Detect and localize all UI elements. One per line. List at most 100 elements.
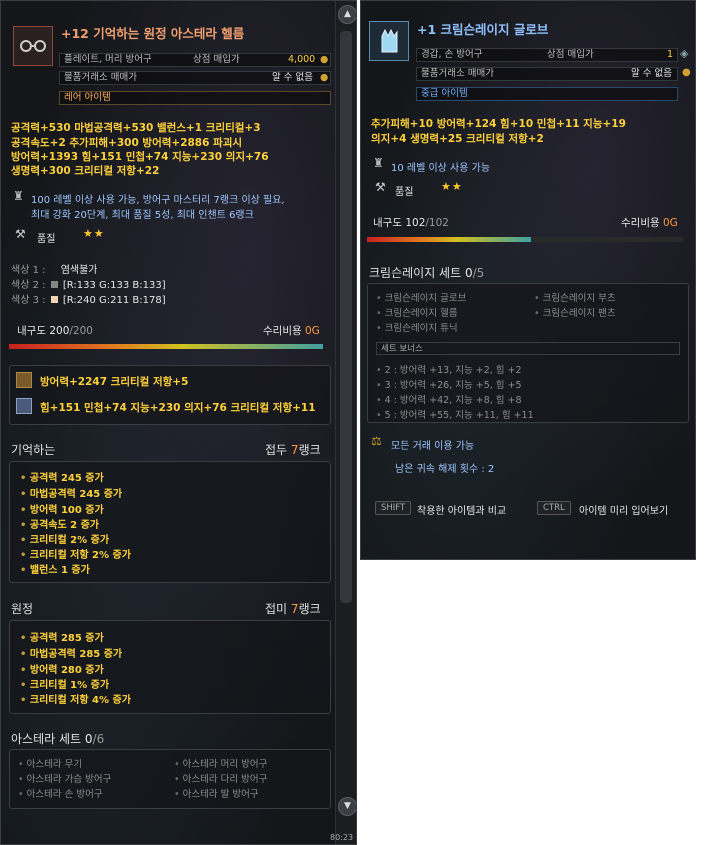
repair-value: 0	[662, 217, 670, 229]
color-label: 색상 1 :	[11, 265, 46, 276]
durability-label: 내구도	[373, 217, 402, 229]
set-title: 크림슨레이지 세트 0/5	[369, 264, 484, 281]
repair-unit: G	[669, 217, 678, 229]
prefix-rank: 접두 7랭크	[265, 441, 321, 458]
stat-line: 생명력+300 크리티컬 저항+22	[11, 165, 160, 177]
set-title: 아스테라 세트 0/6	[11, 730, 104, 747]
helm-icon	[13, 26, 53, 66]
option-line: 밸런스 1 증가	[20, 561, 90, 576]
set-name: 아스테라 세트	[11, 732, 82, 746]
trade-label: 물품거래소 매매가	[64, 72, 137, 83]
enchant-line: 방어력+2247 크리티컬 저항+5	[40, 376, 189, 388]
durability-bar	[9, 344, 323, 349]
stat-line: 공격력+530 마법공격력+530 밸런스+1 크리티컬+3	[11, 122, 261, 134]
color-label: 색상 3 :	[11, 295, 46, 306]
option-line: 공격력 245 증가	[20, 469, 104, 484]
armor-type-icon: ◈	[680, 47, 689, 60]
trade-row: 물품거래소 매매가 알 수 없음 ●	[59, 71, 331, 85]
color-list: 색상 1 : 염색불가 색상 2 : [R:133 G:133 B:133] 색…	[11, 261, 166, 306]
rarity-row: 레어 아이템	[59, 91, 331, 105]
color-value: [R:133 G:133 B:133]	[62, 280, 166, 291]
rarity-row: 중급 아이템	[416, 87, 678, 101]
trade-all: 모든 거래 이용 가능	[391, 441, 475, 452]
durability: 내구도 200/200	[17, 323, 93, 338]
option-line: 크리티컬 저항 4% 증가	[20, 691, 131, 706]
preview-hint: 아이템 미리 입어보기	[579, 506, 669, 517]
item-type: 플레이트, 머리 방어구	[64, 54, 152, 65]
quality-icon: ⚒	[15, 227, 26, 241]
set-total: /5	[472, 266, 485, 280]
set-count: 0	[84, 732, 93, 746]
option-line: 크리티컬 저항 2% 증가	[20, 546, 131, 561]
color-swatch	[50, 296, 58, 303]
set-item: 크림슨레이지 튜닉	[376, 320, 458, 334]
color-value: 염색불가	[60, 265, 98, 276]
color-row: 색상 3 : [R:240 G:211 B:178]	[11, 291, 166, 306]
shift-key: SHIFT	[375, 501, 412, 515]
set-item: 아스테라 손 방어구	[18, 786, 103, 800]
durability: 내구도 102/102	[373, 215, 449, 230]
enchant-line: 힘+151 민첩+74 지능+230 의지+76 크리티컬 저항+11	[40, 402, 316, 414]
set-item: 아스테라 발 방어구	[174, 786, 259, 800]
set-item: 아스테라 머리 방어구	[174, 756, 268, 770]
trade-label: 물품거래소 매매가	[421, 68, 494, 79]
durability-current: 200	[49, 325, 70, 337]
item-type-row: 경갑, 손 방어구 상점 매입가 1	[416, 48, 678, 62]
trade-value: 알 수 없음	[272, 72, 313, 83]
prefix-title: 기억하는	[11, 443, 56, 457]
set-bonus: 5 : 방어력 +55, 지능 +11, 힘 +11	[376, 407, 534, 421]
option-line: 방어력 100 증가	[20, 501, 104, 516]
durability-max: /200	[69, 325, 93, 337]
scroll-up-button[interactable]: ▲	[338, 5, 356, 24]
rarity-label: 중급 아이템	[421, 88, 468, 99]
set-count: 0	[464, 266, 473, 280]
repair-value: 0	[304, 325, 312, 337]
scroll-thumb[interactable]	[340, 31, 352, 603]
set-bonus: 4 : 방어력 +42, 지능 +8, 힘 +8	[376, 392, 522, 406]
option-line: 공격속도 2 증가	[20, 516, 99, 531]
stat-line: 방어력+1393 힘+151 민첩+74 지능+230 의지+76	[11, 151, 269, 163]
scroll-down-button[interactable]: ▼	[338, 797, 356, 816]
set-item: 아스테라 가슴 방어구	[18, 771, 112, 785]
coin-icon: ●	[320, 54, 329, 65]
glove-tooltip: +1 크림슨레이지 글로브 경갑, 손 방어구 상점 매입가 1 ◈ 물품거래소…	[360, 0, 696, 560]
option-line: 마법공격력 245 증가	[20, 485, 122, 500]
bind-remaining: 남은 귀속 해제 횟수 : 2	[395, 464, 495, 475]
set-item: 크림슨레이지 팬츠	[534, 305, 616, 319]
glove-icon	[369, 21, 409, 61]
rank-prefix: 접미	[265, 602, 288, 616]
durability-label: 내구도	[17, 325, 46, 337]
rarity-label: 레어 아이템	[64, 92, 111, 103]
set-item: 크림슨레이지 헬름	[376, 305, 458, 319]
enchant-box: 방어력+2247 크리티컬 저항+5 힘+151 민첩+74 지능+230 의지…	[9, 365, 331, 425]
quality-stars: ★★	[441, 180, 463, 193]
repair-cost: 수리비용 0G	[621, 215, 678, 230]
item-title: +12 기억하는 원정 아스테라 헬름	[61, 26, 245, 41]
durability-bar	[367, 237, 683, 242]
trade-row: 물품거래소 매매가 알 수 없음	[416, 67, 678, 81]
quality-stars: ★★	[83, 227, 105, 240]
shop-price-label: 상점 매입가	[193, 54, 240, 65]
stat-line: 추가피해+10 방어력+124 힘+10 민첩+11 지능+19	[371, 118, 626, 130]
quality-label: 품질	[395, 187, 414, 198]
scrollbar[interactable]: ▲ ▼	[335, 1, 356, 844]
color-row: 색상 2 : [R:133 G:133 B:133]	[11, 276, 166, 291]
set-item: 크림슨레이지 글로브	[376, 290, 467, 304]
option-line: 마법공격력 285 증가	[20, 645, 122, 660]
repair-unit: G	[311, 325, 320, 337]
stat-line: 의지+4 생명력+25 크리티컬 저항+2	[371, 133, 544, 145]
option-line: 크리티컬 2% 증가	[20, 531, 109, 546]
shop-price: 4,000	[288, 54, 316, 65]
set-name: 크림슨레이지 세트	[369, 266, 462, 280]
requirement: 10 레벨 이상 사용 가능	[391, 163, 491, 174]
trade-value: 알 수 없음	[631, 68, 672, 79]
quality-icon: ⚒	[375, 180, 386, 194]
set-bonus: 2 : 방어력 +13, 지능 +2, 힘 +2	[376, 362, 522, 376]
enchant-icon	[16, 398, 32, 414]
durability-bar-fill	[9, 344, 323, 349]
suffix-box: 공격력 285 증가 마법공격력 285 증가 방어력 280 증가 크리티컬 …	[9, 620, 331, 714]
repair-label: 수리비용	[621, 217, 660, 229]
armor-icon: ♜	[13, 189, 24, 203]
rank-suffix: 랭크	[298, 443, 321, 457]
armor-icon: ♜	[373, 156, 384, 170]
